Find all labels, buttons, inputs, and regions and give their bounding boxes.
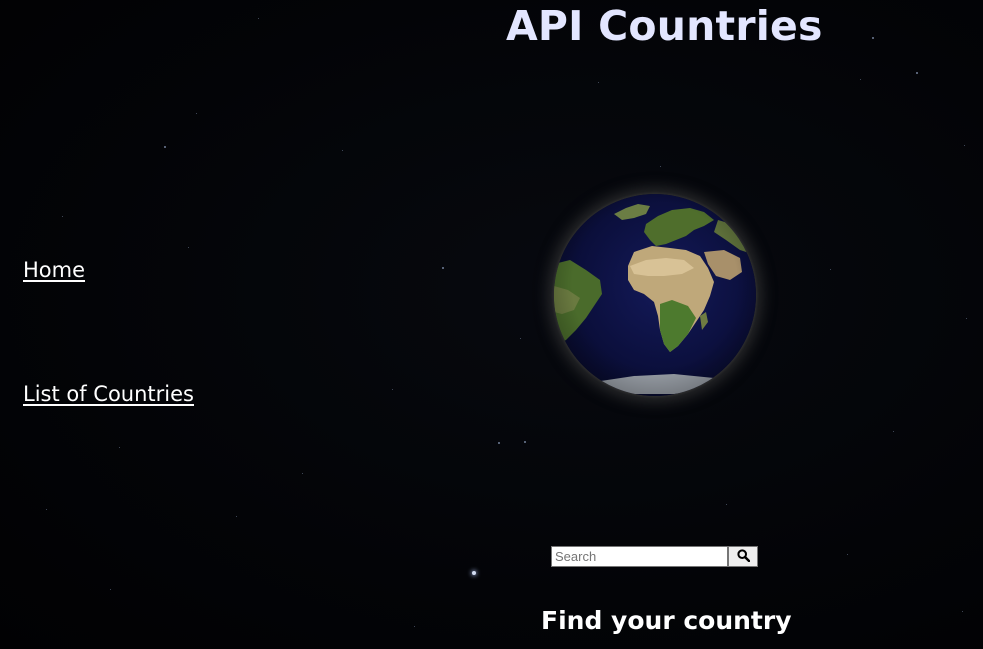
globe-shading: [554, 194, 756, 396]
earth-globe-image: [554, 194, 756, 396]
search-input[interactable]: [551, 546, 728, 567]
nav-link-home[interactable]: Home: [23, 258, 85, 282]
search-form: [551, 546, 758, 567]
nav-link-list-of-countries[interactable]: List of Countries: [23, 382, 194, 406]
page-title: API Countries: [506, 2, 823, 50]
find-your-country-heading: Find your country: [541, 606, 792, 635]
page: API Countries Home List of Countries Sea…: [0, 0, 983, 649]
starfield-background: [0, 0, 983, 649]
magnifier-icon: [736, 548, 750, 565]
search-button[interactable]: [728, 546, 758, 567]
